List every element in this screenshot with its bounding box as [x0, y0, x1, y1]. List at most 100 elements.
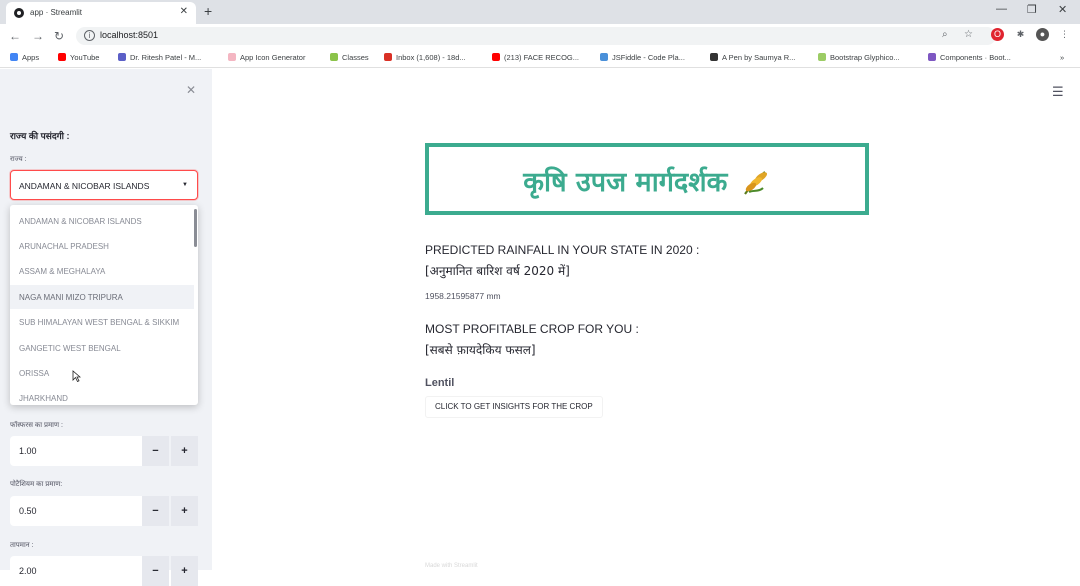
bookmark-label: YouTube — [70, 53, 100, 62]
bookmark-item[interactable]: Classes — [330, 53, 369, 62]
mouse-cursor-icon — [72, 370, 81, 382]
crop-heading-hindi: [सबसे फ़ायदेकिय फसल] — [425, 343, 536, 357]
bookmark-star-icon[interactable]: ☆ — [964, 29, 973, 40]
state-select[interactable]: ANDAMAN & NICOBAR ISLANDS ▼ — [10, 170, 198, 200]
bookmark-favicon-icon — [118, 53, 126, 61]
hamburger-menu-icon[interactable]: ☰ — [1052, 84, 1064, 100]
temperature-increment-button[interactable]: + — [171, 556, 198, 586]
potassium-input[interactable]: 0.50 — [10, 496, 142, 526]
bookmark-favicon-icon — [818, 53, 826, 61]
sidebar-close-icon[interactable]: ✕ — [186, 83, 196, 97]
bookmarks-overflow-icon[interactable]: » — [1060, 53, 1064, 62]
phosphorus-label: फॉस्फरस का प्रमाण : — [10, 422, 63, 429]
crop-result: Lentil — [425, 377, 455, 389]
state-select-value: ANDAMAN & NICOBAR ISLANDS — [19, 181, 150, 191]
temperature-input[interactable]: 2.00 — [10, 556, 142, 586]
phosphorus-decrement-button[interactable]: − — [142, 436, 169, 466]
bookmark-favicon-icon — [10, 53, 18, 61]
extensions-puzzle-icon[interactable]: ✱ — [1014, 28, 1027, 41]
bookmark-label: JSFiddle - Code Pla... — [612, 53, 685, 62]
title-banner: कृषि उपज मार्गदर्शक — [425, 143, 869, 215]
crop-heading: MOST PROFITABLE CROP FOR YOU : — [425, 322, 639, 336]
dropdown-option[interactable]: JHARKHAND — [10, 386, 194, 405]
crop-insights-button[interactable]: CLICK TO GET INSIGHTS FOR THE CROP — [425, 396, 603, 418]
dropdown-option[interactable]: SUB HIMALAYAN WEST BENGAL & SIKKIM — [10, 310, 194, 334]
bookmark-label: Components · Boot... — [940, 53, 1011, 62]
phosphorus-stepper: 1.00 − + — [10, 436, 198, 466]
dropdown-option[interactable]: ASSAM & MEGHALAYA — [10, 259, 194, 283]
rainfall-heading: PREDICTED RAINFALL IN YOUR STATE IN 2020… — [425, 243, 700, 257]
bookmark-item[interactable]: Bootstrap Glyphico... — [818, 53, 900, 62]
bookmark-label: Classes — [342, 53, 369, 62]
url-field[interactable]: i localhost:8501 ⌕ ☆ — [76, 27, 996, 45]
url-text: localhost:8501 — [100, 30, 159, 40]
tab-title: app · Streamlit — [30, 8, 83, 17]
bookmark-favicon-icon — [928, 53, 936, 61]
reload-icon[interactable]: ↻ — [54, 29, 64, 43]
close-tab-icon[interactable]: ✕ — [180, 6, 188, 17]
streamlit-footer[interactable]: Made with Streamlit — [425, 563, 478, 569]
temperature-label: तापमान : — [10, 542, 34, 549]
dropdown-option-hovered[interactable]: NAGA MANI MIZO TRIPURA — [10, 285, 194, 309]
state-label: राज्य : — [10, 156, 27, 163]
dropdown-option[interactable]: ORISSA — [10, 361, 194, 385]
state-dropdown-list: ANDAMAN & NICOBAR ISLANDS ARUNACHAL PRAD… — [10, 205, 198, 405]
rainfall-heading-hindi: [अनुमानित बारिश वर्ष 2020 में] — [425, 264, 570, 278]
bookmark-item[interactable]: YouTube — [58, 53, 99, 62]
bookmark-item[interactable]: Components · Boot... — [928, 53, 1011, 62]
dropdown-option[interactable]: ANDAMAN & NICOBAR ISLANDS — [10, 209, 194, 233]
dropdown-scrollbar[interactable] — [194, 209, 197, 247]
bookmark-favicon-icon — [228, 53, 236, 61]
bookmark-item[interactable]: (213) FACE RECOG... — [492, 53, 579, 62]
page-title: कृषि उपज मार्गदर्शक — [523, 167, 728, 198]
new-tab-icon[interactable]: + — [204, 3, 212, 19]
browser-tab[interactable]: app · Streamlit ✕ — [6, 2, 196, 24]
bookmark-label: (213) FACE RECOG... — [504, 53, 580, 62]
potassium-increment-button[interactable]: + — [171, 496, 198, 526]
bookmark-favicon-icon — [330, 53, 338, 61]
forward-icon[interactable]: → — [32, 29, 44, 43]
back-icon[interactable]: ← — [9, 29, 21, 43]
phosphorus-input[interactable]: 1.00 — [10, 436, 142, 466]
restore-icon[interactable]: ❐ — [1027, 3, 1037, 16]
bookmark-favicon-icon — [600, 53, 608, 61]
bookmarks-bar: Apps YouTube Dr. Ritesh Patel - M... App Ic… — [0, 48, 1080, 68]
browser-tab-bar: app · Streamlit ✕ + — ❐ ✕ — [0, 0, 1080, 24]
bookmark-favicon-icon — [492, 53, 500, 61]
dropdown-option[interactable]: ARUNACHAL PRADESH — [10, 234, 194, 258]
temperature-stepper: 2.00 − + — [10, 556, 198, 586]
sidebar: ✕ राज्य की पसंदगी : राज्य : ANDAMAN & NI… — [0, 69, 212, 586]
bookmark-item[interactable]: JSFiddle - Code Pla... — [600, 53, 685, 62]
profile-avatar[interactable]: ● — [1036, 28, 1049, 41]
minimize-icon[interactable]: — — [996, 3, 1007, 15]
zoom-icon[interactable]: ⌕ — [942, 29, 948, 40]
bookmark-item[interactable]: Dr. Ritesh Patel - M... — [118, 53, 201, 62]
bookmark-item[interactable]: Inbox (1,608) - 18d... — [384, 53, 466, 62]
rainfall-value: 1958.21595877 mm — [425, 291, 501, 301]
bookmark-item[interactable]: Apps — [10, 53, 39, 62]
opera-extension-icon[interactable]: O — [991, 28, 1004, 41]
dropdown-option[interactable]: GANGETIC WEST BENGAL — [10, 336, 194, 360]
browser-menu-icon[interactable]: ⋮ — [1058, 28, 1071, 41]
bookmark-item[interactable]: App Icon Generator — [228, 53, 305, 62]
bookmark-favicon-icon — [58, 53, 66, 61]
chevron-down-icon: ▼ — [182, 182, 188, 188]
potassium-decrement-button[interactable]: − — [142, 496, 169, 526]
site-info-icon[interactable]: i — [84, 30, 95, 41]
bookmark-label: Apps — [22, 53, 40, 62]
bookmark-label: Inbox (1,608) - 18d... — [396, 53, 466, 62]
bookmark-label: Bootstrap Glyphico... — [830, 53, 900, 62]
potassium-stepper: 0.50 − + — [10, 496, 198, 526]
potassium-label: पोटैशियम का प्रमाण: — [10, 481, 63, 488]
phosphorus-increment-button[interactable]: + — [171, 436, 198, 466]
sidebar-header: राज्य की पसंदगी : — [10, 131, 70, 141]
bookmark-item[interactable]: A Pen by Saumya R... — [710, 53, 795, 62]
bookmark-label: App Icon Generator — [240, 53, 306, 62]
window-close-icon[interactable]: ✕ — [1058, 3, 1067, 16]
streamlit-favicon-icon — [14, 8, 24, 18]
bookmark-favicon-icon — [710, 53, 718, 61]
temperature-decrement-button[interactable]: − — [142, 556, 169, 586]
bookmark-label: Dr. Ritesh Patel - M... — [130, 53, 202, 62]
bookmark-favicon-icon — [384, 53, 392, 61]
address-bar-row: ← → ↻ i localhost:8501 ⌕ ☆ — [0, 24, 1080, 48]
